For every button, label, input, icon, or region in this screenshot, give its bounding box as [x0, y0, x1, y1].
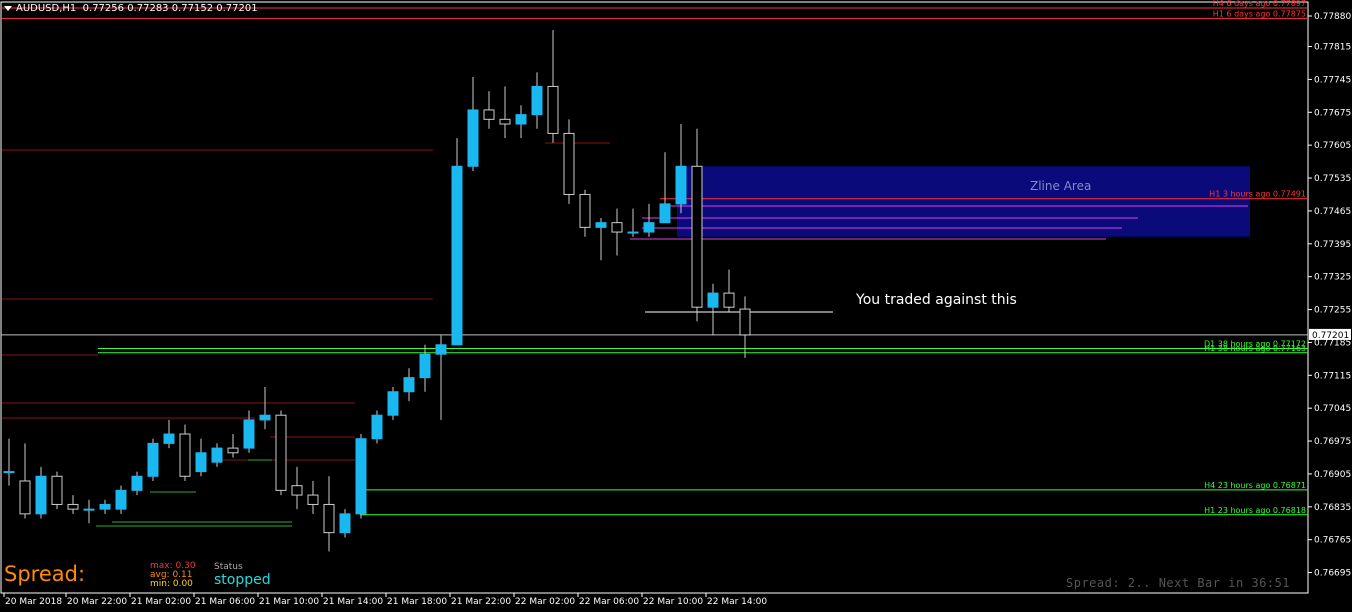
dropdown-icon[interactable] — [4, 5, 12, 11]
candle-bullish[interactable] — [707, 292, 719, 308]
candle-bearish[interactable] — [179, 433, 191, 477]
price-tick-label: 0.77325 — [1314, 273, 1351, 283]
candle-bullish[interactable] — [387, 391, 399, 416]
level-line-label: H1 23 hours ago 0.76818 — [1204, 506, 1306, 515]
time-tick-label: 21 Mar 18:00 — [387, 597, 447, 607]
trade-annotation: You traded against this — [856, 292, 1017, 308]
candle-bearish[interactable] — [227, 447, 239, 454]
candle-bearish[interactable] — [611, 222, 623, 233]
candle-bearish[interactable] — [723, 292, 735, 308]
price-tick-label: 0.77605 — [1314, 141, 1351, 151]
candle-bearish[interactable] — [563, 132, 575, 195]
candle-bullish[interactable] — [595, 222, 607, 228]
candle-bullish[interactable] — [675, 165, 687, 205]
candle-bullish[interactable] — [467, 109, 479, 167]
price-tick-label: 0.76905 — [1314, 470, 1351, 480]
candle-bearish[interactable] — [275, 414, 287, 491]
candle-bullish[interactable] — [355, 438, 367, 515]
candle-bearish[interactable] — [307, 494, 319, 505]
price-chart[interactable]: H4 6 days ago 0.77897H1 6 days ago 0.778… — [0, 0, 1352, 612]
price-tick-label: 0.77675 — [1314, 108, 1351, 118]
time-tick-label: 21 Mar 06:00 — [195, 597, 255, 607]
spread-min: min: 0.00 — [150, 579, 193, 589]
candle-bullish[interactable] — [419, 353, 431, 379]
candle-bullish[interactable] — [163, 433, 175, 444]
price-tick-label: 0.77045 — [1314, 404, 1351, 414]
candle-bullish[interactable] — [451, 165, 463, 346]
time-tick-label: 22 Mar 02:00 — [515, 597, 575, 607]
time-tick-label: 22 Mar 14:00 — [707, 597, 767, 607]
candle-bullish[interactable] — [403, 377, 415, 393]
candle-bearish[interactable] — [323, 503, 335, 534]
candle-bullish[interactable] — [115, 489, 127, 510]
price-tick-label: 0.77880 — [1314, 12, 1351, 22]
candle-bearish[interactable] — [51, 475, 63, 505]
candle-bullish[interactable] — [131, 475, 143, 491]
candle-bullish[interactable] — [99, 503, 111, 510]
time-tick-label: 22 Mar 10:00 — [643, 597, 703, 607]
candle-bullish[interactable] — [371, 414, 383, 440]
status-title: Status — [214, 562, 243, 572]
spread-title: Spread: — [4, 562, 86, 586]
candle-bullish[interactable] — [643, 222, 655, 233]
candle-bullish[interactable] — [147, 442, 159, 477]
zline-area-box — [677, 166, 1250, 237]
level-line-label: H4 6 days ago 0.77897 — [1213, 0, 1306, 8]
candle-bullish[interactable] — [339, 513, 351, 534]
current-price-label: 0.77201 — [1312, 331, 1349, 341]
price-tick-label: 0.77115 — [1314, 371, 1351, 381]
level-line-label: H1 38 hours ago 0.77163 — [1204, 344, 1306, 353]
price-tick-label: 0.76765 — [1314, 536, 1351, 546]
candle-bullish[interactable] — [259, 414, 271, 421]
time-tick-label: 22 Mar 06:00 — [579, 597, 639, 607]
time-tick-label: 21 Mar 10:00 — [259, 597, 319, 607]
chart-header: AUDUSD,H1 0.77256 0.77283 0.77152 0.7720… — [4, 3, 258, 14]
spread-next-bar: Spread: 2.. Next Bar in 36:51 — [1066, 576, 1291, 590]
time-tick-label: 21 Mar 14:00 — [323, 597, 383, 607]
zline-area-label: Zline Area — [1030, 179, 1092, 193]
price-tick-label: 0.76835 — [1314, 503, 1351, 513]
candle-bearish[interactable] — [19, 480, 31, 515]
candle-bearish[interactable] — [691, 165, 703, 308]
candle-bullish[interactable] — [3, 471, 15, 474]
candle-bullish[interactable] — [515, 114, 527, 125]
plot-frame — [0, 1, 1309, 594]
level-line-label: H1 3 hours ago 0.77491 — [1209, 190, 1306, 199]
candle-bearish[interactable] — [579, 193, 591, 228]
price-tick-label: 0.77535 — [1314, 174, 1351, 184]
level-line-label: H4 23 hours ago 0.76871 — [1204, 481, 1306, 490]
candle-bullish[interactable] — [211, 447, 223, 463]
level-line-label: H1 6 days ago 0.77875 — [1213, 9, 1306, 18]
candle-bullish[interactable] — [35, 475, 47, 515]
candle-bearish[interactable] — [739, 308, 751, 336]
candle-bullish[interactable] — [195, 452, 207, 473]
price-tick-label: 0.76695 — [1314, 569, 1351, 579]
spread-stats: max: 0.30 avg: 0.11 min: 0.00 — [150, 562, 196, 589]
candle-bullish[interactable] — [627, 231, 639, 234]
price-tick-label: 0.77395 — [1314, 240, 1351, 250]
candle-bullish[interactable] — [659, 203, 671, 224]
candle-bullish[interactable] — [243, 419, 255, 449]
time-tick-label: 21 Mar 02:00 — [131, 597, 191, 607]
price-tick-label: 0.77465 — [1314, 207, 1351, 217]
candle-bearish[interactable] — [499, 118, 511, 125]
candle-bullish[interactable] — [435, 344, 447, 355]
candle-bullish[interactable] — [531, 85, 543, 116]
time-tick-label: 20 Mar 22:00 — [67, 597, 127, 607]
price-tick-label: 0.77745 — [1314, 75, 1351, 85]
candle-bullish[interactable] — [83, 508, 95, 511]
ohlc-values: 0.77256 0.77283 0.77152 0.77201 — [82, 3, 258, 14]
candle-bearish[interactable] — [67, 503, 79, 510]
time-tick-label: 20 Mar 2018 — [5, 597, 62, 607]
price-tick-label: 0.77815 — [1314, 43, 1351, 53]
symbol-timeframe: AUDUSD,H1 — [16, 3, 77, 14]
price-tick-label: 0.77255 — [1314, 306, 1351, 316]
time-tick-label: 21 Mar 22:00 — [451, 597, 511, 607]
candle-bearish[interactable] — [547, 85, 559, 134]
status-value: stopped — [214, 572, 271, 588]
candle-bearish[interactable] — [483, 109, 495, 120]
candle-bearish[interactable] — [291, 485, 303, 496]
price-tick-label: 0.76975 — [1314, 437, 1351, 447]
